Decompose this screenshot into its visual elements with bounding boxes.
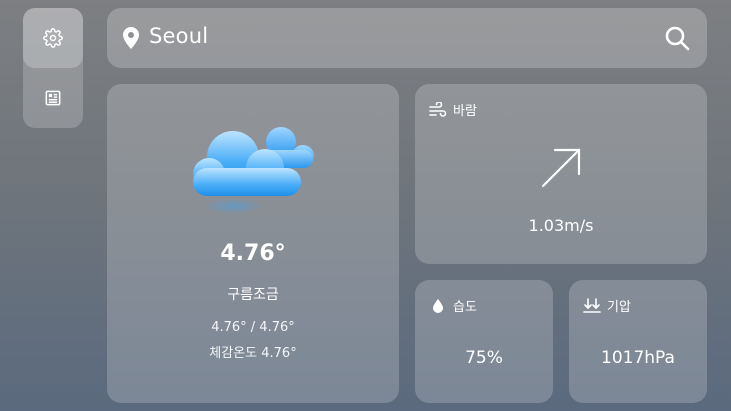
current-weather-card: 4.76° 구름조금 4.76° / 4.76° 체감온도 4.76° (107, 84, 399, 403)
weather-description: 구름조금 (227, 287, 279, 303)
pressure-title: 기압 (607, 300, 631, 315)
news-button[interactable] (23, 68, 83, 128)
humidity-value: 75% (465, 348, 503, 368)
pressure-value: 1017hPa (601, 348, 675, 368)
wind-icon (429, 101, 447, 117)
pressure-card-header: 기압 (583, 296, 631, 315)
current-temperature: 4.76° (220, 241, 286, 266)
partly-cloudy-icon (193, 127, 314, 214)
newspaper-icon (45, 90, 61, 106)
min-max-temperature: 4.76° / 4.76° (211, 320, 295, 335)
location-search-bar[interactable]: Seoul (107, 8, 707, 68)
sidebar (23, 8, 83, 128)
humidity-title: 습도 (453, 300, 477, 315)
humidity-card-header: 습도 (429, 296, 477, 315)
pressure-card: 기압 1017hPa (569, 280, 707, 403)
search-icon[interactable] (663, 24, 691, 52)
pressure-icon (583, 297, 601, 313)
feels-like-temperature: 체감온도 4.76° (209, 346, 297, 361)
wind-card-header: 바람 (429, 100, 477, 119)
wind-speed: 1.03m/s (528, 216, 594, 235)
wind-card: 바람 1.03m/s (415, 84, 707, 264)
city-name: Seoul (149, 24, 209, 48)
humidity-card: 습도 75% (415, 280, 553, 403)
settings-button[interactable] (23, 8, 83, 68)
arrow-up-right-icon (541, 148, 581, 188)
wind-title: 바람 (453, 104, 477, 119)
droplet-icon (433, 298, 443, 313)
location-pin-icon (123, 27, 139, 49)
gear-icon (43, 28, 63, 48)
